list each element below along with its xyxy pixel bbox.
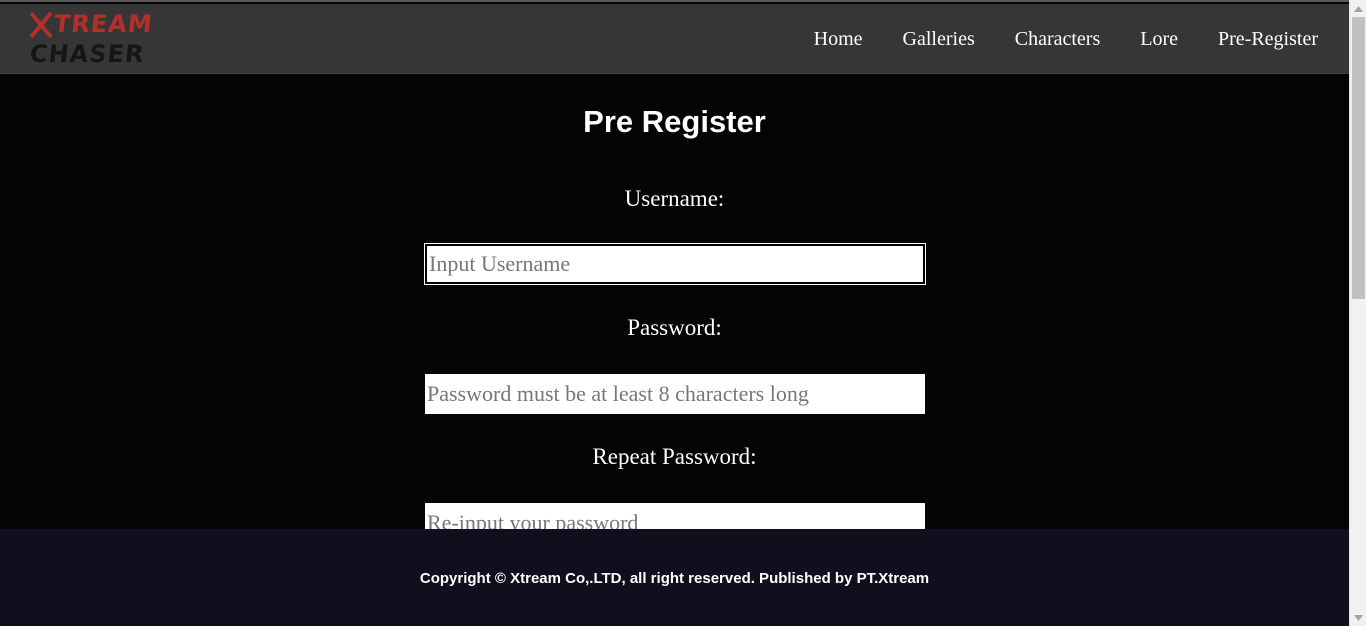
nav-characters[interactable]: Characters [1015, 28, 1101, 51]
password-input[interactable] [425, 374, 925, 414]
nav-lore[interactable]: Lore [1140, 28, 1178, 51]
vertical-scrollbar[interactable] [1349, 0, 1366, 626]
logo-text-top: TREAM [52, 10, 155, 38]
scroll-thumb[interactable] [1352, 17, 1365, 299]
footer-copyright: Copyright © Xtream Co,.LTD, all right re… [419, 570, 930, 587]
scroll-up-arrow-icon[interactable] [1350, 0, 1366, 17]
logo-x-mark [29, 11, 53, 39]
nav-pre-register[interactable]: Pre-Register [1218, 28, 1318, 51]
page-title: Pre Register [583, 104, 766, 139]
repeat-password-label: Repeat Password: [592, 444, 757, 469]
main-nav: Home Galleries Characters Lore Pre-Regis… [814, 28, 1318, 51]
username-label: Username: [624, 186, 725, 211]
repeat-password-input[interactable] [425, 503, 925, 529]
pre-register-section: Pre Register Username: Password: Repeat … [0, 74, 1349, 529]
username-input[interactable] [424, 243, 926, 285]
page-frame: TREAM CHASER Home Galleries Characters L… [0, 0, 1349, 626]
nav-home[interactable]: Home [814, 28, 863, 51]
footer: Copyright © Xtream Co,.LTD, all right re… [0, 529, 1349, 626]
site-logo[interactable]: TREAM CHASER [28, 10, 155, 70]
navbar: TREAM CHASER Home Galleries Characters L… [0, 4, 1349, 74]
scroll-down-arrow-icon[interactable] [1350, 609, 1366, 626]
password-label: Password: [627, 315, 722, 340]
nav-galleries[interactable]: Galleries [903, 28, 975, 51]
logo-text-bottom: CHASER [28, 40, 146, 68]
